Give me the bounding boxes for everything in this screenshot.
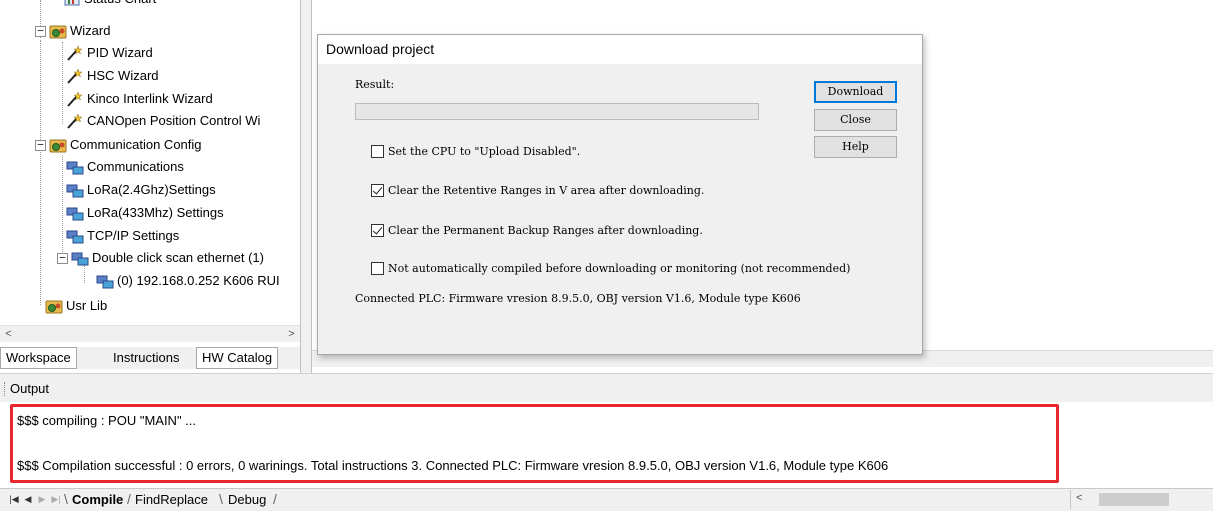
download-button[interactable]: Download	[814, 81, 897, 103]
network-icon	[71, 250, 89, 266]
workspace-tabbar: Workspace Instructions HW Catalog	[0, 347, 300, 369]
highlight-annotation	[10, 404, 1059, 483]
output-title: Output	[10, 381, 50, 396]
folder-gear-icon	[49, 23, 67, 39]
tree-item-communications[interactable]: Communications	[66, 156, 184, 178]
clear-retentive-checkbox-row[interactable]: Clear the Retentive Ranges in V area aft…	[371, 182, 704, 198]
not-auto-compile-checkbox-row[interactable]: Not automatically compiled before downlo…	[371, 260, 850, 276]
magic-wand-icon	[66, 68, 84, 84]
upload-disabled-checkbox-row[interactable]: Set the CPU to "Upload Disabled".	[371, 143, 580, 159]
tab-instructions[interactable]: Instructions	[107, 347, 186, 369]
tree-horizontal-scrollbar[interactable]: < >	[0, 325, 300, 342]
tree-item-lora-2-4ghz-settings[interactable]: LoRa(2.4Ghz)Settings	[66, 179, 216, 201]
workspace-tree[interactable]: Status Chart − Wizard PID Wizard HSC Wiz…	[0, 0, 300, 347]
magic-wand-icon	[66, 45, 84, 61]
tree-item-hsc-wizard[interactable]: HSC Wizard	[66, 65, 159, 87]
network-icon	[66, 182, 84, 198]
network-icon	[66, 205, 84, 221]
tree-item-double-click-scan-ethernet[interactable]: − Double click scan ethernet (1)	[57, 247, 264, 269]
panel-grip-icon[interactable]	[4, 382, 6, 396]
tab-separator: /	[127, 491, 131, 507]
clear-permanent-backup-label: Clear the Permanent Backup Ranges after …	[388, 223, 703, 237]
tab-separator: \	[64, 491, 68, 507]
tree-item-usr-lib[interactable]: Usr Lib	[45, 295, 107, 317]
tab-findreplace[interactable]: FindReplace	[135, 490, 208, 510]
collapse-icon[interactable]: −	[57, 252, 68, 264]
tree-item-kinco-interlink-wizard[interactable]: Kinco Interlink Wizard	[66, 88, 213, 110]
tab-workspace[interactable]: Workspace	[0, 347, 77, 369]
scroll-left-icon[interactable]: <	[0, 326, 17, 343]
first-tab-icon[interactable]: |◀	[8, 492, 20, 506]
close-button[interactable]: Close	[814, 109, 897, 131]
tree-connector	[62, 155, 63, 260]
magic-wand-icon	[66, 91, 84, 107]
tree-item-pid-wizard[interactable]: PID Wizard	[66, 42, 153, 64]
folder-gear-icon	[49, 137, 67, 153]
next-tab-icon[interactable]: ▶	[36, 492, 48, 506]
scrollbar-thumb[interactable]	[1099, 493, 1169, 506]
tree-item-plc-192-168-0-252[interactable]: (0) 192.168.0.252 K606 RUI	[96, 270, 280, 292]
scroll-left-icon[interactable]: <	[1076, 492, 1082, 504]
upload-disabled-label: Set the CPU to "Upload Disabled".	[388, 144, 581, 158]
tab-debug[interactable]: Debug	[228, 490, 266, 510]
clear-permanent-backup-checkbox-row[interactable]: Clear the Permanent Backup Ranges after …	[371, 222, 703, 238]
folder-gear-icon	[45, 298, 63, 314]
output-tabbar: |◀ ◀ ▶ ▶| \ Compile / FindReplace \ Debu…	[0, 488, 1213, 511]
network-icon	[66, 228, 84, 244]
not-auto-compile-checkbox[interactable]	[371, 261, 384, 275]
tab-compile[interactable]: Compile	[72, 490, 123, 510]
clear-retentive-label: Clear the Retentive Ranges in V area aft…	[388, 183, 705, 197]
tree-item-lora-433mhz-settings[interactable]: LoRa(433Mhz) Settings	[66, 202, 224, 224]
download-project-dialog: Download project Result: Download Close …	[317, 34, 923, 355]
tree-item-tcp-ip-settings[interactable]: TCP/IP Settings	[66, 225, 179, 247]
tree-connector	[40, 150, 41, 305]
last-tab-icon[interactable]: ▶|	[50, 492, 62, 506]
tree-connector	[62, 42, 63, 124]
help-button[interactable]: Help	[814, 136, 897, 158]
collapse-icon[interactable]: −	[35, 25, 46, 37]
tree-item-wizard[interactable]: − Wizard	[35, 20, 110, 42]
clear-permanent-backup-checkbox[interactable]	[371, 223, 384, 237]
prev-tab-icon[interactable]: ◀	[22, 492, 34, 506]
result-label: Result:	[355, 78, 395, 91]
chart-icon	[63, 0, 81, 7]
collapse-icon[interactable]: −	[35, 139, 46, 151]
dialog-title: Download project	[318, 35, 922, 64]
scroll-right-icon[interactable]: >	[283, 326, 300, 343]
not-auto-compile-label: Not automatically compiled before downlo…	[388, 261, 851, 275]
output-horizontal-scrollbar[interactable]: <	[1070, 490, 1213, 509]
magic-wand-icon	[66, 113, 84, 129]
upload-disabled-checkbox[interactable]	[371, 144, 384, 158]
tree-item-status-chart[interactable]: Status Chart	[63, 0, 156, 10]
tab-separator: \	[219, 491, 223, 507]
tree-item-communication-config[interactable]: − Communication Config	[35, 134, 202, 156]
clear-retentive-checkbox[interactable]	[371, 183, 384, 197]
download-progress-bar	[355, 103, 759, 120]
network-icon	[66, 159, 84, 175]
tab-separator: /	[273, 491, 277, 507]
network-icon	[96, 273, 114, 289]
splitter[interactable]	[300, 0, 312, 373]
tab-hw-catalog[interactable]: HW Catalog	[196, 347, 279, 369]
output-panel-header: Output	[0, 373, 1213, 402]
connected-plc-status: Connected PLC: Firmware vresion 8.9.5.0,…	[355, 292, 801, 305]
tree-item-canopen-position-control-wizard[interactable]: CANOpen Position Control Wi	[66, 110, 260, 132]
